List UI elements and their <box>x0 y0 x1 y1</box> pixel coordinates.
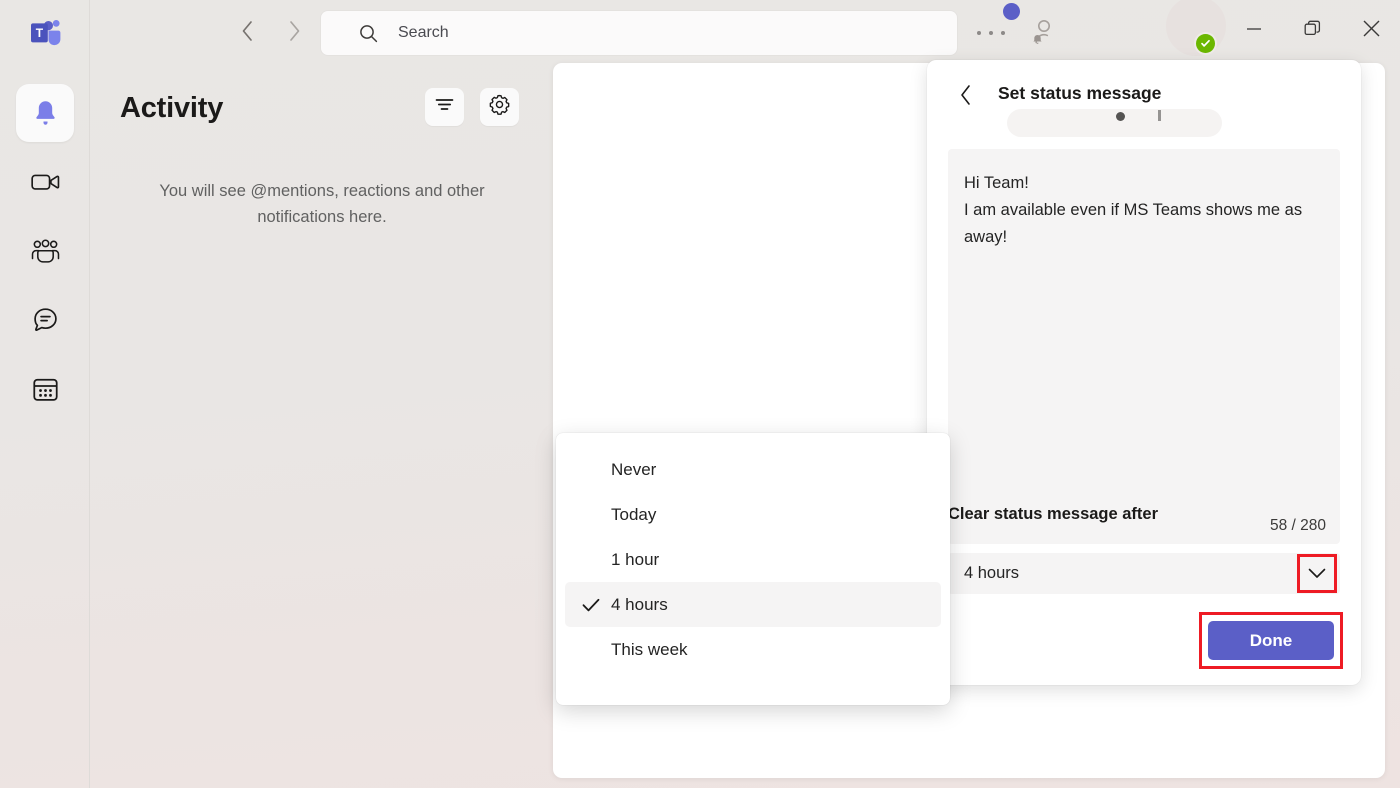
status-message-text: Hi Team! I am available even if MS Teams… <box>964 174 1303 246</box>
sidebar-item-calendar[interactable] <box>16 360 74 418</box>
forward-button[interactable] <box>279 18 309 48</box>
menu-item-label: Today <box>611 504 657 524</box>
ghost-toolbar <box>1007 109 1222 137</box>
calendar-icon <box>32 376 59 403</box>
ghost-mark-icon <box>1116 112 1125 121</box>
filter-button[interactable] <box>425 88 464 126</box>
search-icon <box>359 24 378 43</box>
menu-item-label: This week <box>611 639 688 659</box>
ellipsis-icon <box>989 31 993 35</box>
bell-icon <box>32 99 59 128</box>
status-message-input[interactable]: Hi Team! I am available even if MS Teams… <box>948 149 1340 544</box>
clear-after-value: 4 hours <box>964 564 1020 582</box>
sidebar-item-meet[interactable] <box>16 153 74 211</box>
chat-bubble-icon <box>32 307 59 333</box>
done-button-highlight: Done <box>1199 612 1343 669</box>
rail-item-list <box>0 84 90 429</box>
back-button[interactable] <box>233 18 263 48</box>
ellipsis-icon <box>977 31 981 35</box>
clear-after-options-menu: Never Today 1 hour 4 hours This week <box>556 433 950 705</box>
menu-item-never[interactable]: Never <box>565 447 941 492</box>
clear-after-dropdown[interactable]: 4 hours <box>948 553 1340 594</box>
teams-logo-icon: T <box>28 18 64 48</box>
teams-window: T Search Activity You will see @mentions… <box>0 0 1400 788</box>
menu-item-label: 1 hour <box>611 549 660 569</box>
sidebar-item-teams[interactable] <box>16 222 74 280</box>
left-rail: T <box>0 0 90 788</box>
page-title: Activity <box>120 92 224 124</box>
done-button[interactable]: Done <box>1208 621 1334 660</box>
ghost-mark-icon <box>1158 110 1161 121</box>
clear-after-label: Clear status message after <box>948 505 1159 523</box>
chevron-left-icon <box>959 84 973 111</box>
panel-title: Set status message <box>998 83 1162 103</box>
search-input[interactable] <box>398 24 878 42</box>
settings-button[interactable] <box>480 88 519 126</box>
people-group-icon <box>31 238 60 264</box>
search-bar[interactable] <box>321 11 957 55</box>
status-badge <box>1196 34 1215 53</box>
menu-item-this-week[interactable]: This week <box>565 627 941 672</box>
character-counter: 58 / 280 <box>1269 517 1326 534</box>
notification-dot-badge <box>1003 3 1020 20</box>
menu-item-today[interactable]: Today <box>565 492 941 537</box>
menu-item-4-hours[interactable]: 4 hours <box>565 582 941 627</box>
menu-item-label: Never <box>611 459 657 479</box>
ellipsis-icon <box>1001 31 1005 35</box>
svg-text:T: T <box>36 26 44 40</box>
sidebar-item-activity[interactable] <box>16 84 74 142</box>
chevron-left-icon <box>240 20 256 47</box>
person-notification-icon[interactable] <box>1028 18 1058 53</box>
filter-icon <box>435 97 454 117</box>
video-camera-icon <box>30 171 60 193</box>
sidebar-item-chat[interactable] <box>16 291 74 349</box>
panel-back-button[interactable] <box>951 82 981 112</box>
menu-item-1-hour[interactable]: 1 hour <box>565 537 941 582</box>
set-status-message-panel: Set status message Hi Team! I am availab… <box>927 60 1361 685</box>
checkmark-icon <box>582 598 600 612</box>
chevron-down-icon[interactable] <box>1297 554 1337 593</box>
gear-icon <box>489 94 510 120</box>
close-button[interactable] <box>1348 14 1394 48</box>
minimize-icon <box>1246 22 1262 40</box>
close-icon <box>1362 19 1381 43</box>
restore-icon <box>1304 20 1321 42</box>
menu-item-label: 4 hours <box>611 594 668 614</box>
minimize-button[interactable] <box>1231 14 1277 48</box>
empty-state-message: You will see @mentions, reactions and ot… <box>159 182 485 226</box>
more-options-button[interactable] <box>977 25 1005 41</box>
chevron-right-icon <box>286 20 302 47</box>
maximize-button[interactable] <box>1289 14 1335 48</box>
